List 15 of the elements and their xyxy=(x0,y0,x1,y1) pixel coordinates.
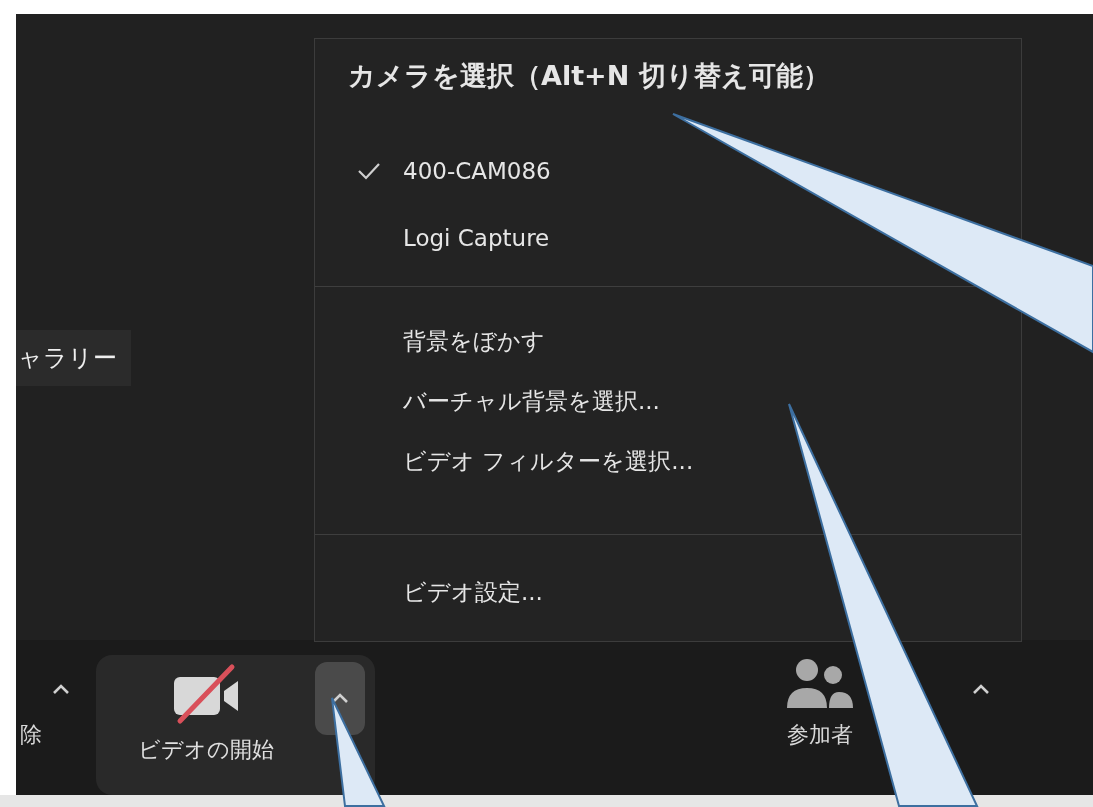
start-video-button[interactable]: ビデオの開始 xyxy=(96,655,315,795)
chevron-up-icon xyxy=(331,693,349,704)
toolbar-label[interactable]: 参加者 xyxy=(787,720,853,750)
people-icon xyxy=(785,658,855,710)
menu-title: カメラを選択（Alt+N 切り替え可能） xyxy=(348,59,830,93)
gallery-tab[interactable]: ャラリー xyxy=(16,330,131,386)
toolbar-label[interactable]: 除 xyxy=(20,720,96,750)
camera-option[interactable]: 400-CAM086 xyxy=(315,137,1021,204)
menu-item[interactable]: バーチャル背景を選択... xyxy=(403,385,660,417)
chevron-up-icon xyxy=(52,684,70,695)
menu-caret-button[interactable] xyxy=(315,662,365,735)
menu-item[interactable]: 背景をぼかす xyxy=(403,325,545,357)
chevron-up-icon xyxy=(972,684,990,695)
menu-item[interactable]: ビデオ設定... xyxy=(403,576,543,608)
menu-item[interactable]: ビデオ フィルターを選択... xyxy=(403,445,694,477)
